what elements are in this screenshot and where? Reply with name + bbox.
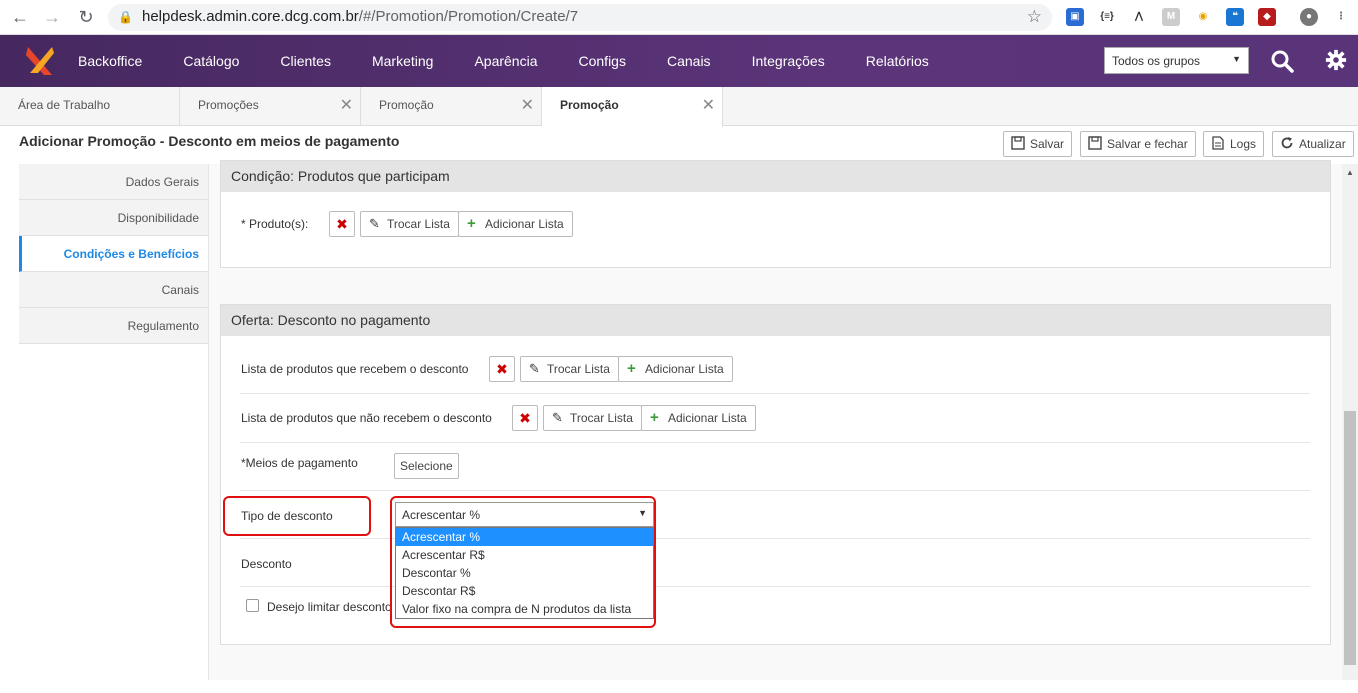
avatar[interactable]: ● <box>1300 8 1318 26</box>
menu-configs[interactable]: Configs <box>579 35 626 87</box>
highlight-box <box>390 496 656 628</box>
swap-list-button[interactable]: ✎ Trocar Lista <box>360 211 459 237</box>
pencil-icon: ✎ <box>369 216 380 231</box>
top-navigation: Backoffice Catálogo Clientes Marketing A… <box>0 35 1358 87</box>
gear-icon[interactable] <box>1325 49 1347 71</box>
sidebar-item-channels[interactable]: Canais <box>19 272 209 308</box>
products-label: * Produto(s): <box>241 217 309 231</box>
logo-icon <box>26 47 54 75</box>
url-text: helpdesk.admin.core.dcg.com.br/#/Promoti… <box>142 8 579 25</box>
pencil-icon: ✎ <box>529 361 540 376</box>
menu-backoffice[interactable]: Backoffice <box>78 35 142 87</box>
divider <box>240 490 1310 491</box>
sidebar-item-availability[interactable]: Disponibilidade <box>19 200 209 236</box>
panel-header: Condição: Produtos que participam <box>221 161 1330 192</box>
refresh-icon <box>1281 137 1293 149</box>
included-products-label: Lista de produtos que recebem o desconto <box>241 362 469 376</box>
close-icon[interactable]: ✕ <box>340 87 353 124</box>
sidebar-item-conditions[interactable]: Condições e Benefícios <box>19 236 209 272</box>
extension-icon[interactable]: ❝ <box>1226 8 1244 26</box>
menu-catalogo[interactable]: Catálogo <box>183 35 239 87</box>
main-menu: Backoffice Catálogo Clientes Marketing A… <box>78 35 970 87</box>
limit-discount-label: Desejo limitar desconto <box>267 600 392 614</box>
document-icon <box>1212 136 1224 150</box>
remove-list-button[interactable]: ✖ <box>512 405 538 431</box>
discount-label: Desconto <box>241 557 292 571</box>
lock-icon: 🔒 <box>118 10 133 24</box>
remove-list-button[interactable]: ✖ <box>329 211 355 237</box>
reload-icon[interactable]: ↻ <box>74 5 98 29</box>
discount-type-label: Tipo de desconto <box>241 509 333 523</box>
floppy-icon <box>1088 136 1102 150</box>
divider <box>240 442 1310 443</box>
swap-list-button[interactable]: ✎ Trocar Lista <box>543 405 642 431</box>
payment-methods-button[interactable]: Selecione <box>394 453 459 479</box>
menu-integracoes[interactable]: Integrações <box>752 35 825 87</box>
json-extension-icon[interactable]: {≡} <box>1098 8 1116 26</box>
menu-canais[interactable]: Canais <box>667 35 711 87</box>
scrollbar-thumb[interactable] <box>1344 411 1356 665</box>
save-and-close-button[interactable]: Salvar e fechar <box>1080 131 1196 157</box>
address-bar[interactable]: 🔒 helpdesk.admin.core.dcg.com.br/#/Promo… <box>108 4 1052 31</box>
offer-panel: Oferta: Desconto no pagamento <box>220 304 1331 645</box>
menu-marketing[interactable]: Marketing <box>372 35 433 87</box>
add-list-button[interactable]: + Adicionar Lista <box>618 356 733 382</box>
payment-methods-label: *Meios de pagamento <box>241 456 358 470</box>
scrollbar[interactable]: ▲ <box>1342 164 1358 680</box>
extension-icon[interactable]: ◉ <box>1194 8 1212 26</box>
excluded-products-label: Lista de produtos que não recebem o desc… <box>241 411 492 425</box>
plus-icon: + <box>467 215 476 232</box>
tab-promotion[interactable]: Promoção ✕ <box>361 87 542 126</box>
save-button[interactable]: Salvar <box>1003 131 1073 157</box>
close-icon[interactable]: ✕ <box>702 87 715 124</box>
arrow-right-icon[interactable]: → <box>40 5 64 29</box>
arrow-left-icon[interactable]: ← <box>8 5 32 29</box>
limit-discount-checkbox[interactable] <box>246 599 259 612</box>
add-list-button[interactable]: + Adicionar Lista <box>458 211 573 237</box>
swap-list-button[interactable]: ✎ Trocar Lista <box>520 356 619 382</box>
tab-promotions[interactable]: Promoções ✕ <box>180 87 361 126</box>
sidebar-item-regulation[interactable]: Regulamento <box>19 308 209 344</box>
extension-icon[interactable]: ⋀ <box>1130 8 1148 26</box>
section-sidebar: Dados Gerais Disponibilidade Condições e… <box>19 164 209 344</box>
workspace-tabs: Área de Trabalho Promoções ✕ Promoção ✕ Pr… <box>0 87 1358 127</box>
remove-list-button[interactable]: ✖ <box>489 356 515 382</box>
extension-icon[interactable]: ▣ <box>1066 8 1084 26</box>
divider <box>240 393 1310 394</box>
search-icon[interactable] <box>1270 49 1294 73</box>
menu-clientes[interactable]: Clientes <box>280 35 331 87</box>
panel-header: Oferta: Desconto no pagamento <box>221 305 1330 336</box>
menu-relatorios[interactable]: Relatórios <box>866 35 929 87</box>
close-icon: ✖ <box>519 410 531 426</box>
group-select[interactable]: Todos os grupos ▼ <box>1104 47 1249 74</box>
add-list-button[interactable]: + Adicionar Lista <box>641 405 756 431</box>
sidebar-item-general[interactable]: Dados Gerais <box>19 164 209 200</box>
plus-icon: + <box>650 409 659 426</box>
caret-up-icon[interactable]: ▲ <box>1346 168 1354 177</box>
extension-icon[interactable]: M <box>1162 8 1180 26</box>
close-icon[interactable]: ✕ <box>521 87 534 124</box>
extension-icon[interactable]: ◆ <box>1258 8 1276 26</box>
menu-dots-icon[interactable]: ⋮ <box>1332 8 1350 26</box>
page-title: Adicionar Promoção - Desconto em meios d… <box>19 133 400 149</box>
star-icon[interactable]: ☆ <box>1027 7 1042 27</box>
caret-down-icon: ▼ <box>1232 54 1241 64</box>
floppy-icon <box>1011 136 1025 150</box>
close-icon: ✖ <box>336 216 348 232</box>
close-icon: ✖ <box>496 361 508 377</box>
logs-button[interactable]: Logs <box>1203 131 1265 157</box>
pencil-icon: ✎ <box>552 410 563 425</box>
browser-toolbar: ← → ↻ 🔒 helpdesk.admin.core.dcg.com.br/#… <box>0 0 1358 35</box>
plus-icon: + <box>627 360 636 377</box>
menu-aparencia[interactable]: Aparência <box>474 35 537 87</box>
tab-workspace[interactable]: Área de Trabalho <box>0 87 180 126</box>
tab-promotion-active[interactable]: Promoção ✕ <box>542 87 723 127</box>
refresh-button[interactable]: Atualizar <box>1272 131 1354 157</box>
